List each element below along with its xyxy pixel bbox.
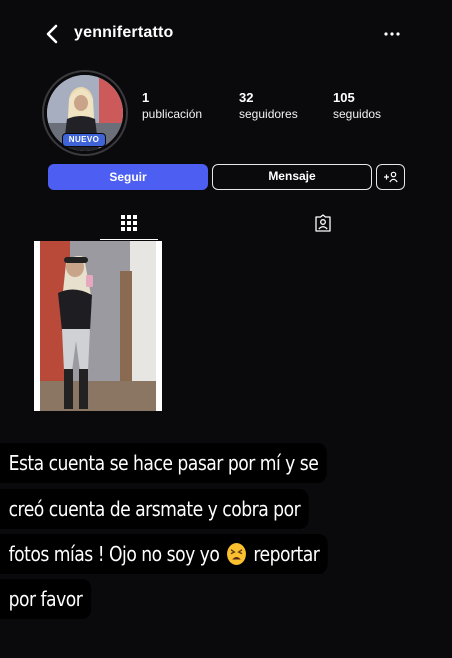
caption-line-4: por favor (0, 579, 91, 619)
more-horizontal-icon (384, 32, 400, 36)
suggest-accounts-button[interactable] (376, 164, 405, 190)
following-label: seguidos (333, 107, 382, 121)
add-person-icon (383, 171, 398, 183)
message-button[interactable]: Mensaje (212, 164, 372, 190)
stat-following[interactable]: 105 seguidos (333, 90, 381, 121)
profile-username: yennifertatto (74, 24, 174, 41)
followers-label: seguidores (239, 107, 298, 121)
caption-line-2: creó cuenta de arsmate y cobra por (0, 489, 309, 529)
grid-icon (121, 214, 137, 231)
tab-posts-grid[interactable] (100, 206, 158, 240)
chevron-left-icon (46, 24, 58, 44)
stat-posts[interactable]: 1 publicación (142, 90, 202, 121)
tired-face-emoji-icon (226, 542, 246, 565)
caption-line-3: fotos mías ! Ojo no soy yo reportar (0, 534, 328, 574)
caption-line-3-start: fotos mías ! Ojo no soy yo (8, 542, 225, 566)
caption-line-3-end: reportar (248, 542, 320, 566)
following-count: 105 (333, 90, 355, 105)
followers-count: 32 (239, 90, 254, 105)
new-account-badge: NUEVO (62, 133, 106, 147)
posts-label: publicación (142, 107, 203, 121)
posts-count: 1 (142, 90, 150, 105)
back-button[interactable] (40, 20, 64, 48)
follow-button[interactable]: Seguir (48, 164, 208, 190)
tab-tagged[interactable] (294, 206, 352, 240)
caption-line-1: Esta cuenta se hace pasar por mí y se (0, 443, 327, 483)
stat-followers[interactable]: 32 seguidores (239, 90, 298, 121)
tagged-person-icon (315, 214, 331, 232)
more-options-button[interactable] (380, 20, 404, 48)
top-bar: yennifertatto (0, 18, 452, 50)
post-thumbnail[interactable] (34, 241, 162, 411)
